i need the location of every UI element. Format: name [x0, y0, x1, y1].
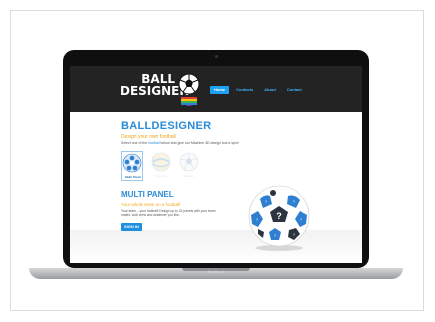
section-title: MULTI PANEL	[121, 190, 174, 199]
laptop-screen-bezel: BALL DESIGNER Home Contacts About Contac…	[63, 50, 369, 268]
site-header: BALL DESIGNER Home Contacts About Contac…	[70, 66, 362, 112]
webcam	[215, 55, 218, 58]
intro-text-end: below and give our Machine 3D design too…	[159, 141, 239, 145]
section-subtitle: Your whole team on a football	[121, 202, 181, 207]
page-content: BALLDESIGNER Design your own football Se…	[70, 112, 362, 263]
main-nav: Home Contacts About Contact	[210, 86, 306, 94]
nav-contacts[interactable]: Contacts	[232, 86, 257, 94]
football-icon	[178, 73, 200, 95]
section-description: Your team – your football! Design up to …	[121, 209, 216, 218]
ball-choice-premium[interactable]: Premium	[150, 151, 172, 181]
ball-choice-label: Stadium	[183, 174, 195, 178]
premium-ball-icon	[151, 152, 171, 172]
custom-football-illustration: ? ? ? ? ? ? ?	[248, 185, 310, 251]
logo-line-2: DESIGNER	[120, 84, 189, 98]
page-title: BALLDESIGNER	[121, 120, 212, 132]
sign-in-button[interactable]: SIGN IN	[121, 223, 142, 231]
ball-choice-stadium[interactable]: Stadium	[178, 151, 200, 181]
rainbow-stripes-icon	[181, 97, 197, 106]
intro-text-start: Select one of the	[121, 141, 149, 145]
intro-text: Select one of the football below and giv…	[121, 141, 239, 145]
logo-wordmark: BALL DESIGNER	[120, 73, 189, 98]
tagline: Design your own football	[121, 134, 176, 140]
stadium-ball-icon	[179, 152, 199, 172]
multi-panel-ball-icon	[122, 153, 142, 173]
nav-about[interactable]: About	[260, 86, 280, 94]
ball-choice-multi-panel[interactable]: Multi Panel	[121, 151, 143, 181]
browser-viewport: BALL DESIGNER Home Contacts About Contac…	[70, 66, 362, 263]
floor-shadow	[70, 230, 362, 263]
site-logo[interactable]: BALL DESIGNER	[120, 73, 210, 107]
ball-choice-label: Multi Panel	[125, 175, 141, 179]
laptop-brand-label: MacBook	[207, 269, 225, 274]
svg-text:?: ?	[276, 211, 282, 221]
ball-choice-label: Premium	[154, 174, 167, 178]
intro-football-link[interactable]: football	[148, 141, 159, 145]
nav-contact[interactable]: Contact	[283, 86, 306, 94]
nav-home[interactable]: Home	[210, 86, 230, 94]
